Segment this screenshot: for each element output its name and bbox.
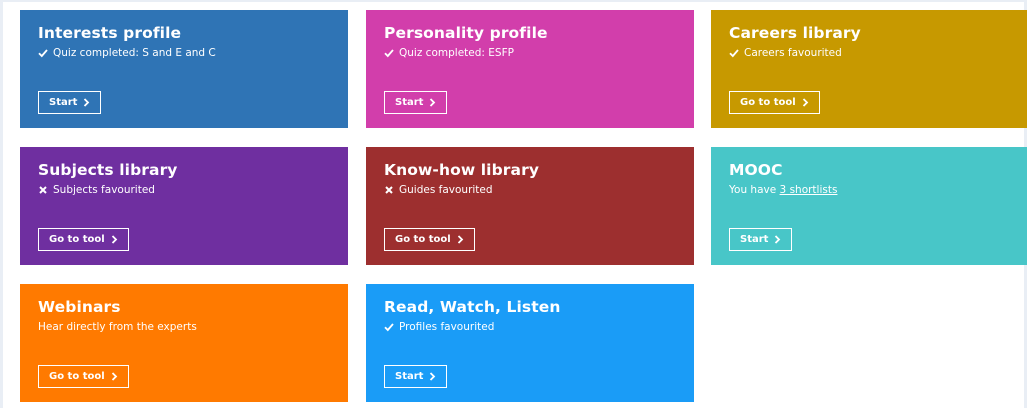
tile-status: Careers favourited	[729, 46, 1009, 60]
tile-title: Webinars	[38, 298, 121, 316]
check-icon	[384, 48, 394, 58]
chevron-right-icon	[429, 372, 436, 381]
go-to-tool-button[interactable]: Go to tool	[38, 365, 129, 388]
go-to-tool-button[interactable]: Go to tool	[38, 228, 129, 251]
chevron-right-icon	[774, 235, 781, 244]
check-icon	[38, 48, 48, 58]
button-label: Start	[395, 371, 424, 382]
tile-know-how-library: Know-how library Guides favourited Go to…	[366, 147, 694, 265]
start-button[interactable]: Start	[38, 91, 102, 114]
chevron-right-icon	[429, 98, 436, 107]
tile-status: You have 3 shortlists	[729, 183, 1009, 197]
tile-title: Subjects library	[38, 161, 178, 179]
tile-status: Hear directly from the experts	[38, 320, 330, 334]
tile-status: Profiles favourited	[384, 320, 676, 334]
status-prefix: You have	[729, 184, 780, 196]
go-to-tool-button[interactable]: Go to tool	[384, 228, 475, 251]
tile-status: Guides favourited	[384, 183, 676, 197]
button-label: Go to tool	[740, 97, 796, 108]
tile-title: Careers library	[729, 24, 861, 42]
status-text: Guides favourited	[399, 184, 493, 196]
status-text: You have 3 shortlists	[729, 183, 837, 197]
cross-icon	[384, 185, 394, 195]
tile-read-watch-listen: Read, Watch, Listen Profiles favourited …	[366, 284, 694, 402]
tile-personality-profile: Personality profile Quiz completed: ESFP…	[366, 10, 694, 128]
button-label: Go to tool	[395, 234, 451, 245]
shortlists-link[interactable]: 3 shortlists	[780, 184, 838, 196]
status-text: Quiz completed: S and E and C	[53, 47, 216, 59]
status-text: Hear directly from the experts	[38, 321, 197, 333]
status-text: Profiles favourited	[399, 321, 495, 333]
tile-title: Know-how library	[384, 161, 540, 179]
status-text: Quiz completed: ESFP	[399, 47, 514, 59]
tile-subjects-library: Subjects library Subjects favourited Go …	[20, 147, 348, 265]
tile-title: Read, Watch, Listen	[384, 298, 561, 316]
chevron-right-icon	[111, 235, 118, 244]
chevron-right-icon	[457, 235, 464, 244]
start-button[interactable]: Start	[729, 228, 793, 251]
check-icon	[384, 322, 394, 332]
tile-interests-profile: Interests profile Quiz completed: S and …	[20, 10, 348, 128]
tile-careers-library: Careers library Careers favourited Go to…	[711, 10, 1027, 128]
button-label: Start	[49, 97, 78, 108]
go-to-tool-button[interactable]: Go to tool	[729, 91, 820, 114]
status-text: Careers favourited	[744, 47, 842, 59]
tile-title: Interests profile	[38, 24, 182, 42]
chevron-right-icon	[802, 98, 809, 107]
start-button[interactable]: Start	[384, 91, 448, 114]
tile-status: Subjects favourited	[38, 183, 330, 197]
button-label: Start	[395, 97, 424, 108]
tile-title: MOOC	[729, 161, 783, 179]
start-button[interactable]: Start	[384, 365, 448, 388]
button-label: Go to tool	[49, 234, 105, 245]
chevron-right-icon	[83, 98, 90, 107]
tile-title: Personality profile	[384, 24, 548, 42]
tile-webinars: Webinars Hear directly from the experts …	[20, 284, 348, 402]
button-label: Go to tool	[49, 371, 105, 382]
check-icon	[729, 48, 739, 58]
tile-mooc: MOOC You have 3 shortlists Start	[711, 147, 1027, 265]
cross-icon	[38, 185, 48, 195]
status-text: Subjects favourited	[53, 184, 155, 196]
tile-status: Quiz completed: ESFP	[384, 46, 676, 60]
button-label: Start	[740, 234, 769, 245]
tile-status: Quiz completed: S and E and C	[38, 46, 330, 60]
chevron-right-icon	[111, 372, 118, 381]
